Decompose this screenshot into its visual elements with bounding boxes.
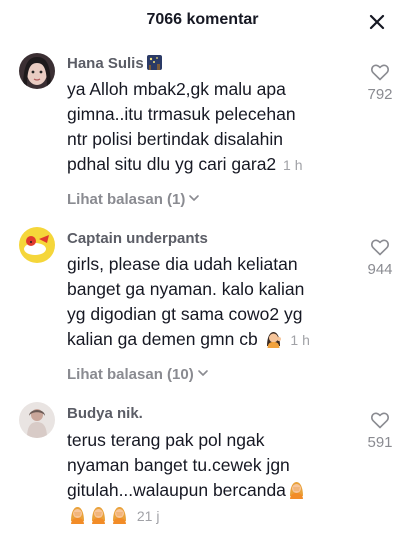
view-replies-button[interactable]: Lihat balasan (1) — [67, 191, 200, 208]
comment-text: terus terang pak pol ngak nyaman banget … — [67, 428, 335, 529]
comment-line: gitulah...walaupun bercanda — [67, 480, 286, 500]
timestamp: 21 j — [136, 508, 160, 524]
comment-line: pdhal situ dlu yg cari gara2 — [67, 154, 277, 174]
like-count: 792 — [367, 86, 393, 103]
heart-outline-icon — [371, 64, 389, 81]
username[interactable]: Hana Sulis — [67, 55, 162, 72]
username-text: Hana Sulis — [67, 55, 144, 72]
view-replies-label: Lihat balasan (10) — [67, 366, 194, 383]
timestamp: 1 h — [283, 157, 303, 173]
comments-header: 7066 komentar — [0, 0, 405, 44]
comment-line: nyaman banget tu.cewek jgn — [67, 455, 290, 475]
comment-line: girls, please dia udah keliatan — [67, 254, 298, 274]
facepalm-emoji — [68, 505, 87, 524]
facepalm-emoji — [110, 505, 129, 524]
like-area: 792 — [358, 62, 402, 103]
heart-outline-icon — [371, 239, 389, 256]
comment-count-title: 7066 komentar — [146, 11, 259, 28]
comment-line: ntr polisi bertindak disalahin — [67, 129, 283, 149]
chevron-down-icon — [188, 192, 200, 204]
comment-text: girls, please dia udah keliatan banget g… — [67, 252, 335, 353]
username[interactable]: Captain underpants — [67, 230, 208, 247]
avatar[interactable] — [19, 53, 55, 89]
comment-line-last: pdhal situ dlu yg cari gara2 1 h — [67, 152, 335, 178]
avatar[interactable] — [19, 227, 55, 263]
comment-line: banget ga nyaman. kalo kalian — [67, 279, 305, 299]
starry-night-icon — [146, 55, 162, 70]
like-count: 591 — [367, 434, 393, 451]
close-button[interactable] — [367, 12, 387, 32]
close-icon — [369, 14, 385, 30]
comment-line-last: 21 j — [67, 503, 335, 529]
like-button[interactable] — [370, 237, 390, 257]
woman-tipping-hand-emoji — [264, 329, 283, 348]
comment-text: ya Alloh mbak2,gk malu apa gimna..itu tr… — [67, 77, 335, 178]
timestamp: 1 h — [290, 332, 310, 348]
like-button[interactable] — [370, 410, 390, 430]
comment-line-third: gitulah...walaupun bercanda — [67, 478, 335, 503]
like-button[interactable] — [370, 62, 390, 82]
view-replies-button[interactable]: Lihat balasan (10) — [67, 366, 209, 383]
username[interactable]: Budya nik. — [67, 405, 143, 422]
view-replies-label: Lihat balasan (1) — [67, 191, 186, 208]
chevron-down-icon — [197, 367, 209, 379]
comment-line: ya Alloh mbak2,gk malu apa — [67, 79, 286, 99]
comment-line-last: kalian ga demen gmn cb 1 h — [67, 327, 335, 353]
comment-line: terus terang pak pol ngak — [67, 430, 265, 450]
facepalm-emoji — [89, 505, 108, 524]
heart-outline-icon — [371, 412, 389, 429]
comment-line: gimna..itu trmasuk pelecehan — [67, 104, 296, 124]
comment-line: yg digodian gt sama cowo2 yg — [67, 304, 303, 324]
facepalm-emoji — [287, 480, 306, 499]
avatar[interactable] — [19, 402, 55, 438]
like-area: 944 — [358, 237, 402, 278]
like-count: 944 — [367, 261, 393, 278]
comment-line: kalian ga demen gmn cb — [67, 329, 258, 349]
like-area: 591 — [358, 410, 402, 451]
